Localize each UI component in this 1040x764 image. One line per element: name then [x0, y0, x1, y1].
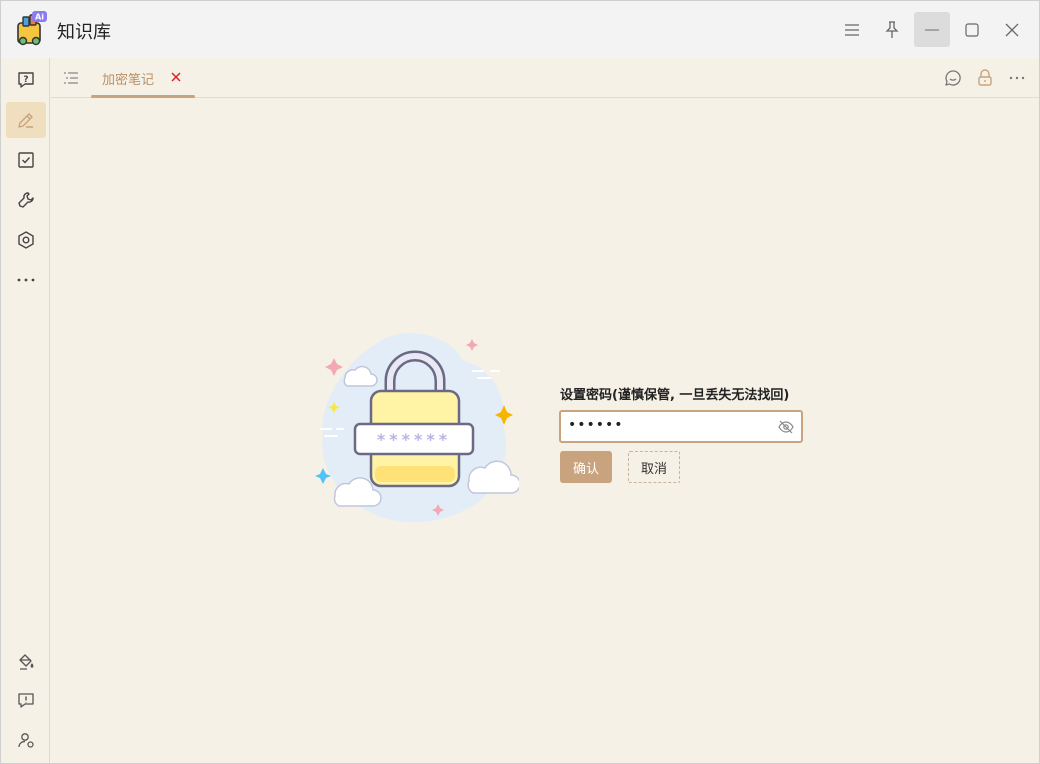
toggle-visibility-button[interactable]: [777, 419, 795, 435]
lock-icon: [978, 69, 992, 86]
sidebar-item-theme[interactable]: [6, 644, 46, 680]
eye-off-icon: [778, 420, 794, 434]
main-content: 加密笔记 ****** 设置密码(谨慎保管, 一旦丢失无法找回) •••••• …: [51, 58, 1039, 763]
close-button[interactable]: [994, 12, 1030, 47]
app-title: 知识库: [57, 22, 111, 43]
question-bubble-icon: ?: [18, 72, 34, 88]
wrench-icon: [18, 192, 34, 208]
comment-button[interactable]: [942, 67, 964, 89]
more-icon: [1009, 76, 1025, 80]
sidebar-item-question[interactable]: ?: [6, 62, 46, 98]
more-options-button[interactable]: [1006, 67, 1028, 89]
user-settings-icon: [18, 733, 34, 748]
sidebar-item-account[interactable]: [6, 722, 46, 758]
svg-text:?: ?: [23, 75, 28, 85]
sidebar-item-tools[interactable]: [6, 182, 46, 218]
tab-encrypted-note[interactable]: 加密笔记: [91, 58, 195, 98]
sidebar-item-plugins[interactable]: [6, 222, 46, 258]
lock-button[interactable]: [974, 67, 996, 89]
minimize-button[interactable]: [914, 12, 950, 47]
password-input[interactable]: ••••••: [559, 410, 803, 443]
checkbox-icon: [18, 152, 34, 168]
menu-button[interactable]: [834, 12, 870, 47]
cancel-button[interactable]: 取消: [628, 451, 680, 483]
lock-illustration: ******: [313, 326, 521, 536]
tab-bar: 加密笔记: [51, 58, 1039, 98]
feedback-icon: [18, 693, 34, 708]
app-logo-icon: Ai: [14, 11, 48, 47]
hexagon-icon: [18, 231, 34, 249]
pencil-icon: [18, 113, 33, 128]
title-bar: Ai 知识库: [1, 1, 1039, 58]
more-icon: [17, 278, 35, 282]
menu-icon: [845, 23, 859, 36]
comment-icon: [945, 70, 961, 86]
app-window: Ai 知识库 ? 加密笔记 ****** 设置密码(谨慎保管, 一旦丢失无法找回…: [0, 0, 1040, 764]
confirm-button[interactable]: 确认: [560, 451, 612, 483]
maximize-button[interactable]: [954, 12, 990, 47]
password-value: ••••••: [568, 417, 624, 433]
sidebar-item-tasks[interactable]: [6, 142, 46, 178]
logo-badge-text: Ai: [35, 13, 44, 22]
sidebar-item-more[interactable]: [6, 262, 46, 298]
tab-close-button[interactable]: [169, 70, 183, 84]
sidebar: ?: [1, 58, 50, 763]
sidebar-item-notes[interactable]: [6, 102, 46, 138]
sidebar-item-feedback[interactable]: [6, 682, 46, 718]
pin-icon: [885, 20, 899, 38]
close-icon: [171, 72, 181, 82]
minimize-icon: [925, 28, 939, 31]
password-form-title: 设置密码(谨慎保管, 一旦丢失无法找回): [560, 388, 790, 403]
paint-bucket-icon: [19, 654, 34, 670]
tab-active-indicator: [91, 95, 195, 98]
tab-label: 加密笔记: [102, 72, 155, 88]
pin-button[interactable]: [874, 12, 910, 47]
close-icon: [1005, 23, 1019, 36]
toc-button[interactable]: [62, 69, 80, 87]
outline-list-icon: [64, 72, 78, 84]
illustration-password-mask: ******: [377, 430, 451, 449]
maximize-icon: [965, 22, 979, 37]
